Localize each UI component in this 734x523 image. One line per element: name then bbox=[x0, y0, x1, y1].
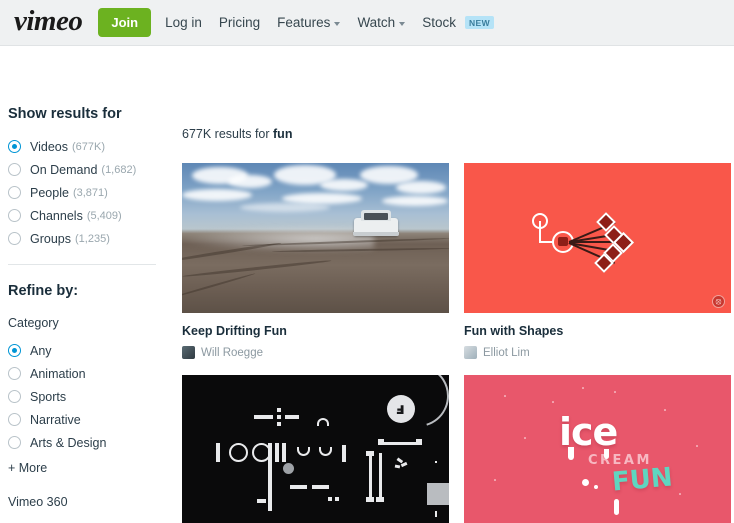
results-grid: Keep Drifting Fun Will Roegge ⦻ Fun with… bbox=[182, 163, 734, 523]
site-header: vimeo Join Log in Pricing Features Watch… bbox=[0, 0, 734, 46]
show-results-heading: Show results for bbox=[8, 106, 122, 122]
video-card[interactable]: ice CREAM FUN Ice Cream Fun Dennis Hoogs… bbox=[464, 375, 731, 523]
category-label-text: Sports bbox=[30, 389, 67, 404]
filter-on-demand[interactable]: On Demand (1,682) bbox=[8, 158, 170, 181]
filter-label: Videos bbox=[30, 139, 68, 154]
nav-item-features[interactable]: Features bbox=[277, 15, 341, 30]
video-card[interactable]: Keep Drifting Fun Will Roegge bbox=[182, 163, 449, 359]
category-animation[interactable]: Animation bbox=[8, 362, 170, 385]
results-panel: 677K results for fun Keep Drifting Fun W… bbox=[170, 46, 734, 523]
category-label-text: Any bbox=[30, 343, 52, 358]
category-label-text: Narrative bbox=[30, 412, 81, 427]
author-name[interactable]: Will Roegge bbox=[201, 347, 263, 359]
nav-item-log-in[interactable]: Log in bbox=[165, 15, 202, 30]
video-thumbnail-pink-ice-cream-type[interactable]: ice CREAM FUN bbox=[464, 375, 731, 523]
join-button[interactable]: Join bbox=[98, 8, 152, 37]
filter-count: (5,409) bbox=[86, 209, 122, 222]
radio-icon[interactable] bbox=[8, 436, 21, 449]
nav-item-pricing[interactable]: Pricing bbox=[219, 15, 260, 30]
video-author[interactable]: Elliot Lim bbox=[464, 346, 731, 359]
filter-people[interactable]: People (3,871) bbox=[8, 181, 170, 204]
filter-label: Groups bbox=[30, 231, 71, 246]
filter-count: (1,682) bbox=[101, 163, 137, 176]
overlay-badge-icon: ⦻ bbox=[712, 295, 725, 308]
sidebar-divider bbox=[8, 264, 156, 265]
drift-car bbox=[353, 209, 399, 236]
radio-icon[interactable] bbox=[8, 186, 21, 199]
author-name[interactable]: Elliot Lim bbox=[483, 347, 530, 359]
chevron-down-icon bbox=[399, 21, 406, 26]
ice-text: ice bbox=[559, 410, 618, 454]
filter-videos[interactable]: Videos (677K) bbox=[8, 135, 170, 158]
nav-label: Features bbox=[277, 15, 331, 30]
refine-by-heading: Refine by: bbox=[8, 283, 79, 299]
nav-item-watch[interactable]: Watch bbox=[357, 15, 406, 30]
filter-count: (677K) bbox=[72, 140, 106, 153]
category-narrative[interactable]: Narrative bbox=[8, 408, 170, 431]
video-thumbnail-black-abstract-shapes[interactable]: ⅎ bbox=[182, 375, 449, 523]
category-sports[interactable]: Sports bbox=[8, 385, 170, 408]
radio-icon[interactable] bbox=[8, 367, 21, 380]
filter-sidebar: Show results for Videos (677K) On Demand… bbox=[0, 46, 170, 523]
avatar bbox=[464, 346, 477, 359]
radio-icon[interactable] bbox=[8, 232, 21, 245]
filter-count: (1,235) bbox=[75, 232, 110, 245]
category-label-text: Animation bbox=[30, 366, 86, 381]
radio-icon[interactable] bbox=[8, 209, 21, 222]
filter-label: On Demand bbox=[30, 162, 98, 177]
video-card[interactable]: ⦻ Fun with Shapes Elliot Lim bbox=[464, 163, 731, 359]
filter-count: (3,871) bbox=[72, 186, 108, 199]
fun-text: FUN bbox=[610, 462, 674, 498]
video-title[interactable]: Fun with Shapes bbox=[464, 324, 731, 339]
dust-cloud bbox=[182, 226, 375, 252]
video-author[interactable]: Will Roegge bbox=[182, 346, 449, 359]
results-count-prefix: 677K results for bbox=[182, 127, 274, 141]
nav-label: Watch bbox=[357, 15, 396, 30]
video-thumbnail-coral-shapes-graphic[interactable]: ⦻ bbox=[464, 163, 731, 313]
filter-label: People bbox=[30, 185, 69, 200]
video-card[interactable]: ⅎ bbox=[182, 375, 449, 523]
vimeo-logo[interactable]: vimeo bbox=[14, 6, 83, 39]
nav-label: Stock bbox=[422, 15, 456, 30]
nav-label: Pricing bbox=[218, 15, 261, 30]
vimeo-360-filter[interactable]: Vimeo 360 bbox=[8, 495, 170, 509]
video-thumbnail-drift-car-photo[interactable] bbox=[182, 163, 449, 313]
radio-icon[interactable] bbox=[8, 140, 21, 153]
page-body: Show results for Videos (677K) On Demand… bbox=[0, 46, 734, 523]
more-categories-link[interactable]: + More bbox=[8, 461, 170, 475]
category-label-text: Arts & Design bbox=[30, 435, 107, 450]
filter-channels[interactable]: Channels (5,409) bbox=[8, 204, 170, 227]
avatar bbox=[182, 346, 195, 359]
chevron-down-icon bbox=[334, 21, 341, 26]
filter-groups[interactable]: Groups (1,235) bbox=[8, 227, 170, 250]
video-title[interactable]: Keep Drifting Fun bbox=[182, 324, 449, 339]
new-badge: NEW bbox=[464, 16, 494, 29]
radio-icon[interactable] bbox=[8, 344, 21, 357]
nav-label: Log in bbox=[165, 15, 202, 30]
radio-icon[interactable] bbox=[8, 413, 21, 426]
radio-icon[interactable] bbox=[8, 163, 21, 176]
category-any[interactable]: Any bbox=[8, 339, 170, 362]
filter-label: Channels bbox=[30, 208, 83, 223]
radio-icon[interactable] bbox=[8, 390, 21, 403]
category-arts-design[interactable]: Arts & Design bbox=[8, 431, 170, 454]
category-label: Category bbox=[8, 316, 59, 330]
search-query: fun bbox=[273, 127, 293, 141]
nav-item-stock[interactable]: Stock NEW bbox=[422, 15, 494, 30]
results-count: 677K results for fun bbox=[182, 46, 734, 141]
